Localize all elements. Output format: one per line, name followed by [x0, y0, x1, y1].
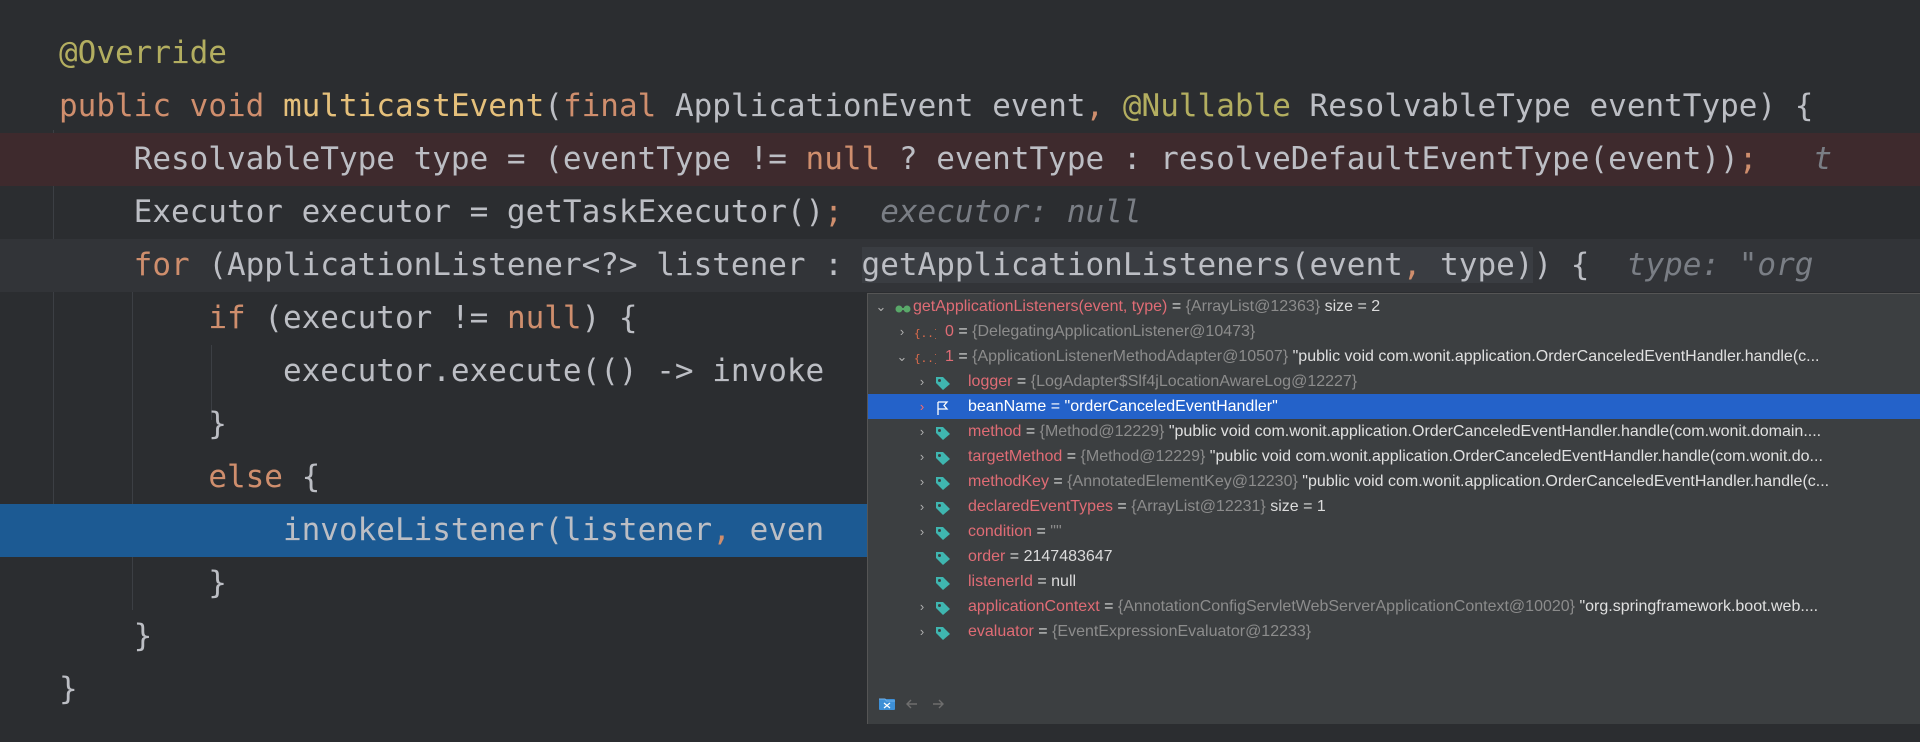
tree-row-evaluator[interactable]: › evaluator = {EventExpressionEvaluator@… — [868, 619, 1920, 644]
chevron-right-icon[interactable]: › — [915, 394, 929, 419]
public-keyword: public — [59, 88, 171, 124]
code-line-1[interactable]: @Override — [0, 27, 1920, 80]
chevron-right-icon[interactable]: › — [915, 469, 929, 494]
field-tag-icon — [934, 599, 952, 615]
evaluated-expression[interactable]: getApplicationListeners(event, type) — [861, 247, 1534, 283]
tree-row-method[interactable]: › method = {Method@12229} "public void c… — [868, 419, 1920, 444]
void-keyword: void — [189, 88, 265, 124]
flag-icon — [934, 399, 952, 415]
field-tag-icon — [934, 624, 952, 640]
tree-row-item-0[interactable]: › {..} 0 = {DelegatingApplicationListene… — [868, 319, 1920, 344]
watch-glasses-icon — [894, 299, 912, 315]
tree-row-logger[interactable]: › logger = {LogAdapter$Slf4jLocationAwar… — [868, 369, 1920, 394]
field-tag-icon — [934, 574, 952, 590]
chevron-right-icon[interactable]: › — [915, 419, 929, 444]
field-tag-icon — [934, 524, 952, 540]
method-name: multicastEvent — [282, 88, 545, 124]
field-tag-icon — [934, 424, 952, 440]
if-keyword: if — [208, 300, 246, 336]
chevron-right-icon[interactable]: › — [915, 444, 929, 469]
chevron-right-icon[interactable]: › — [915, 369, 929, 394]
pin-to-tab-icon[interactable] — [878, 696, 896, 717]
else-keyword: else — [208, 459, 283, 495]
inline-debug-value: executor: null — [842, 194, 1142, 230]
code-line-4[interactable]: Executor executor = getTaskExecutor(); e… — [0, 186, 1920, 239]
code-line-2[interactable]: public void multicastEvent(final Applica… — [0, 80, 1920, 133]
tree-row-order[interactable]: order = 2147483647 — [868, 544, 1920, 569]
svg-text:{..}: {..} — [914, 352, 936, 365]
field-tag-icon — [934, 449, 952, 465]
tree-row-targetmethod[interactable]: › targetMethod = {Method@12229} "public … — [868, 444, 1920, 469]
array-icon: {..} — [914, 349, 941, 365]
arrow-right-icon[interactable] — [930, 696, 946, 717]
inline-debug-value: type: "org — [1589, 247, 1814, 283]
chevron-down-icon[interactable]: ⌄ — [874, 294, 888, 319]
field-tag-icon — [934, 474, 952, 490]
for-keyword: for — [133, 247, 190, 283]
field-tag-icon — [934, 374, 952, 390]
inline-debug-value: t — [1757, 141, 1833, 177]
tree-row-declaredeventtypes[interactable]: › declaredEventTypes = {ArrayList@12231}… — [868, 494, 1920, 519]
chevron-right-icon[interactable]: › — [915, 594, 929, 619]
tree-row-beanname[interactable]: › beanName = "orderCanceledEventHandler" — [868, 394, 1920, 419]
tree-row-listenerid[interactable]: listenerId = null — [868, 569, 1920, 594]
chevron-right-icon[interactable]: › — [915, 519, 929, 544]
arrow-left-icon[interactable] — [904, 696, 920, 717]
nullable-annotation: @Nullable — [1122, 88, 1291, 124]
ide-window: @Override public void multicastEvent(fin… — [0, 0, 1920, 742]
final-keyword: final — [562, 88, 657, 124]
chevron-right-icon[interactable]: › — [895, 319, 909, 344]
field-tag-icon — [934, 499, 952, 515]
svg-text:{..}: {..} — [914, 327, 936, 340]
chevron-down-icon[interactable]: ⌄ — [895, 344, 909, 369]
override-annotation: @Override — [59, 35, 227, 71]
tree-row-methodkey[interactable]: › methodKey = {AnnotatedElementKey@12230… — [868, 469, 1920, 494]
tree-row-item-1[interactable]: ⌄ {..} 1 = {ApplicationListenerMethodAda… — [868, 344, 1920, 369]
array-icon: {..} — [914, 324, 941, 340]
code-line-5-current[interactable]: for (ApplicationListener<?> listener : g… — [0, 239, 1920, 292]
tree-row-condition[interactable]: › condition = "" — [868, 519, 1920, 544]
tree-row-root[interactable]: ⌄ getApplicationListeners(event, type) =… — [868, 294, 1920, 319]
chevron-right-icon[interactable]: › — [915, 494, 929, 519]
debugger-evaluation-popup[interactable]: ⌄ getApplicationListeners(event, type) =… — [867, 293, 1920, 724]
tree-row-applicationcontext[interactable]: › applicationContext = {AnnotationConfig… — [868, 594, 1920, 619]
field-tag-icon — [934, 549, 952, 565]
code-line-3-breakpoint[interactable]: ResolvableType type = (eventType != null… — [0, 133, 1920, 186]
chevron-right-icon[interactable]: › — [915, 619, 929, 644]
